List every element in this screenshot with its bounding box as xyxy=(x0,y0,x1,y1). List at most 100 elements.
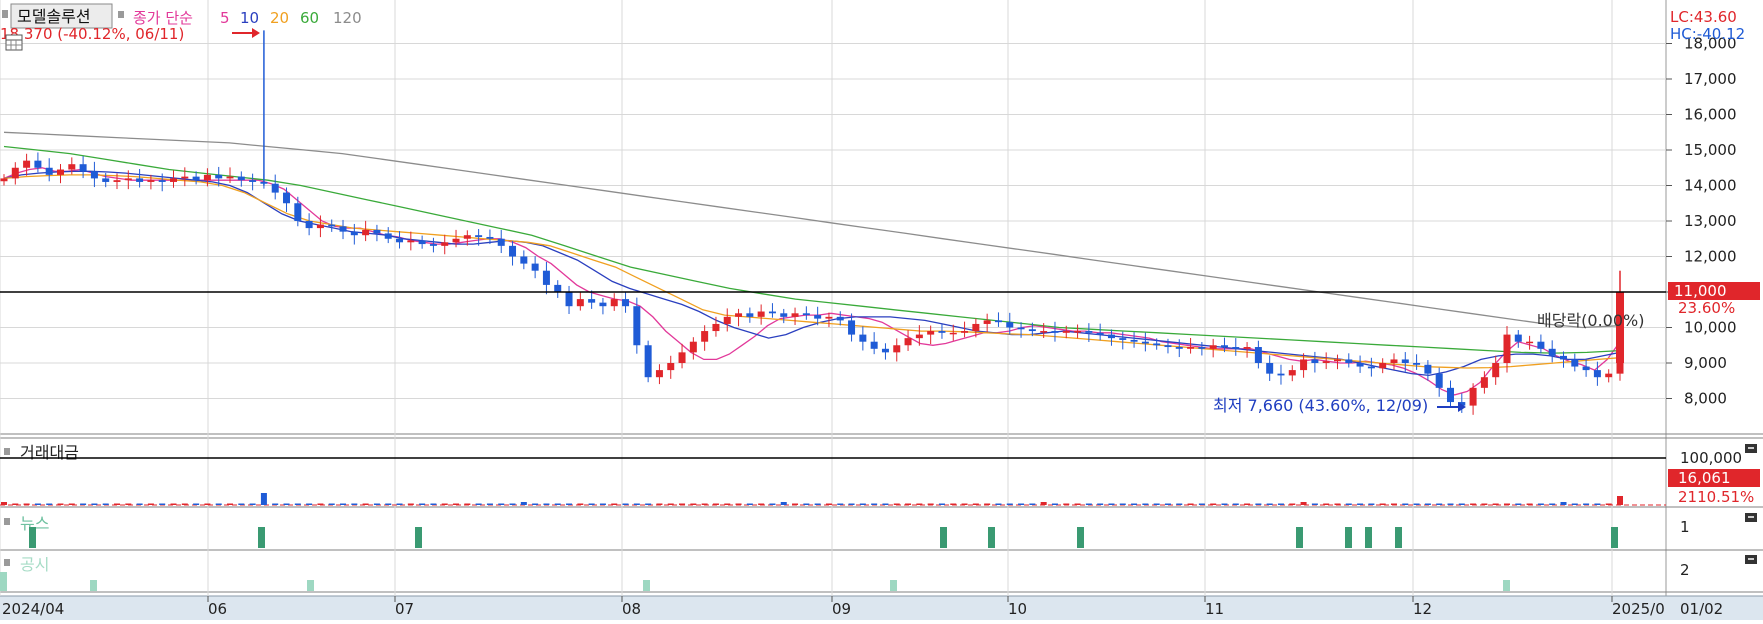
candle-body[interactable] xyxy=(757,311,765,317)
candle-body[interactable] xyxy=(1051,331,1059,333)
candle-body[interactable] xyxy=(1582,366,1590,371)
candle-body[interactable] xyxy=(463,235,471,239)
candle-body[interactable] xyxy=(689,341,697,353)
candle-body[interactable] xyxy=(780,313,788,317)
candle-body[interactable] xyxy=(429,244,437,246)
candle-body[interactable] xyxy=(441,242,449,246)
news-marker[interactable] xyxy=(940,527,947,548)
candle-body[interactable] xyxy=(23,160,31,168)
candle-body[interactable] xyxy=(418,240,426,245)
candle-body[interactable] xyxy=(1040,331,1048,333)
candle-body[interactable] xyxy=(701,331,709,342)
candle-body[interactable] xyxy=(1413,363,1421,365)
candle-body[interactable] xyxy=(497,238,505,246)
ma-period-5[interactable]: 5 xyxy=(220,9,230,27)
candle-body[interactable] xyxy=(814,315,822,319)
candle-body[interactable] xyxy=(1243,347,1251,349)
candle-body[interactable] xyxy=(102,178,110,182)
candle-body[interactable] xyxy=(531,263,539,271)
news-marker[interactable] xyxy=(1365,527,1372,548)
candle-body[interactable] xyxy=(554,284,562,292)
candle-body[interactable] xyxy=(305,221,313,229)
candle-body[interactable] xyxy=(768,311,776,314)
candle-body[interactable] xyxy=(915,334,923,339)
volume-handle-icon[interactable] xyxy=(4,448,10,455)
news-marker[interactable] xyxy=(29,527,36,548)
candle-body[interactable] xyxy=(599,302,607,307)
candle-body[interactable] xyxy=(283,192,291,204)
candle-body[interactable] xyxy=(407,240,415,243)
candle-body[interactable] xyxy=(1085,331,1093,333)
candle-body[interactable] xyxy=(1559,355,1567,360)
candle-body[interactable] xyxy=(735,313,743,317)
disclosure-marker[interactable] xyxy=(890,580,897,591)
candle-body[interactable] xyxy=(881,348,889,353)
candle-body[interactable] xyxy=(1254,347,1262,363)
candle-body[interactable] xyxy=(170,178,178,182)
candle-body[interactable] xyxy=(1514,334,1522,342)
candle-body[interactable] xyxy=(11,167,19,179)
candle-body[interactable] xyxy=(1446,387,1454,403)
candle-body[interactable] xyxy=(622,299,630,307)
candle-body[interactable] xyxy=(1390,359,1398,363)
candle-body[interactable] xyxy=(1028,329,1036,332)
candle-body[interactable] xyxy=(316,224,324,229)
candle-body[interactable] xyxy=(486,236,494,239)
candle-body[interactable] xyxy=(1209,345,1217,349)
candle-body[interactable] xyxy=(1107,334,1115,339)
candle-body[interactable] xyxy=(0,178,8,182)
calendar-icon[interactable] xyxy=(5,34,23,51)
candle-body[interactable] xyxy=(904,338,912,346)
candle-body[interactable] xyxy=(1153,343,1161,346)
candle-body[interactable] xyxy=(1175,347,1183,349)
ma-period-60[interactable]: 60 xyxy=(300,9,319,27)
candle-body[interactable] xyxy=(983,320,991,324)
candle-body[interactable] xyxy=(1605,373,1613,378)
candle-body[interactable] xyxy=(1277,373,1285,376)
candle-body[interactable] xyxy=(825,316,833,319)
candle-body[interactable] xyxy=(226,176,234,179)
candle-body[interactable] xyxy=(181,176,189,179)
candle-body[interactable] xyxy=(938,331,946,333)
ma-period-10[interactable]: 10 xyxy=(240,9,259,27)
candle-body[interactable] xyxy=(215,174,223,179)
news-panel-close-icon[interactable] xyxy=(1745,513,1757,522)
candle-body[interactable] xyxy=(542,270,550,285)
candle-body[interactable] xyxy=(1119,338,1127,340)
candle-body[interactable] xyxy=(1401,359,1409,363)
disclosure-marker[interactable] xyxy=(307,580,314,591)
disclosure-handle-icon[interactable] xyxy=(4,559,10,566)
panel-handle-icon[interactable] xyxy=(2,10,8,18)
candle-body[interactable] xyxy=(249,180,257,182)
candle-body[interactable] xyxy=(158,180,166,182)
candle-body[interactable] xyxy=(45,167,53,175)
candle-body[interactable] xyxy=(1571,359,1579,367)
candle-body[interactable] xyxy=(610,299,618,307)
candle-body[interactable] xyxy=(1424,364,1432,374)
candle-body[interactable] xyxy=(362,229,370,236)
candle-body[interactable] xyxy=(1311,359,1319,363)
candle-body[interactable] xyxy=(893,345,901,353)
candle-body[interactable] xyxy=(294,203,302,221)
candle-body[interactable] xyxy=(848,320,856,335)
candle-body[interactable] xyxy=(475,235,483,237)
disclosure-marker[interactable] xyxy=(643,580,650,591)
candle-body[interactable] xyxy=(1232,347,1240,349)
candle-body[interactable] xyxy=(203,174,211,181)
candle-body[interactable] xyxy=(34,160,42,168)
candle-body[interactable] xyxy=(791,313,799,317)
candle-body[interactable] xyxy=(870,341,878,349)
news-marker[interactable] xyxy=(1077,527,1084,548)
candle-body[interactable] xyxy=(350,231,358,236)
candle-body[interactable] xyxy=(384,233,392,239)
candle-body[interactable] xyxy=(1548,348,1556,356)
candle-body[interactable] xyxy=(1062,331,1070,333)
candle-body[interactable] xyxy=(57,169,65,175)
candle-body[interactable] xyxy=(1367,366,1375,369)
candle-body[interactable] xyxy=(1537,341,1545,349)
news-marker[interactable] xyxy=(988,527,995,548)
candle-body[interactable] xyxy=(1198,347,1206,349)
candle-body[interactable] xyxy=(836,316,844,321)
candle-body[interactable] xyxy=(1130,339,1138,342)
candle-body[interactable] xyxy=(949,332,957,335)
